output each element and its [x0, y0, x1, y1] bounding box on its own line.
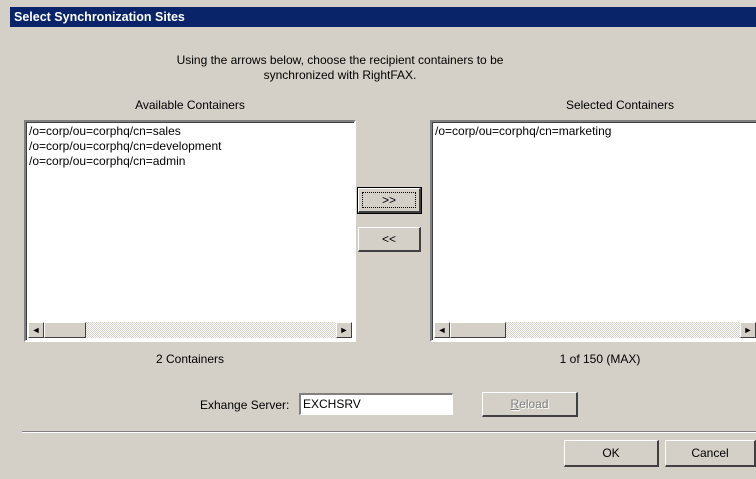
- exchange-server-input[interactable]: EXCHSRV: [299, 393, 453, 415]
- add-container-button[interactable]: >>: [357, 187, 422, 214]
- scroll-right-icon[interactable]: ►: [336, 322, 352, 338]
- reload-label-rest: eload: [519, 397, 549, 411]
- available-horizontal-scrollbar[interactable]: ◄ ►: [28, 322, 352, 338]
- list-item[interactable]: /o=corp/ou=corphq/cn=marketing: [435, 124, 755, 139]
- dialog-title: Select Synchronization Sites: [10, 7, 756, 27]
- scroll-thumb[interactable]: [44, 322, 86, 338]
- exchange-server-label: Exhange Server:: [200, 398, 290, 412]
- selected-label-text: Selected Containers: [565, 98, 675, 112]
- reload-mnemonic: R: [510, 397, 520, 411]
- focus-ring: [362, 192, 416, 208]
- separator: [22, 431, 756, 433]
- scroll-right-icon[interactable]: ►: [740, 322, 756, 338]
- instructions-text: Using the arrows below, choose the recip…: [176, 53, 504, 82]
- scroll-thumb[interactable]: [450, 322, 506, 338]
- available-containers-list[interactable]: /o=corp/ou=corphq/cn=sales /o=corp/ou=co…: [24, 120, 356, 342]
- available-count: 2 Containers: [155, 352, 225, 366]
- selected-count: 1 of 150 (MAX): [559, 352, 641, 366]
- cancel-button[interactable]: Cancel: [665, 440, 756, 467]
- ok-button[interactable]: OK: [564, 440, 659, 467]
- selected-horizontal-scrollbar[interactable]: ◄ ►: [434, 322, 756, 338]
- available-containers-label: Available Containers: [135, 98, 245, 112]
- remove-container-button[interactable]: <<: [358, 227, 421, 252]
- list-item[interactable]: /o=corp/ou=corphq/cn=sales: [29, 124, 351, 139]
- select-sync-sites-dialog: Select Synchronization Sites Using the a…: [0, 0, 756, 479]
- selected-containers-list[interactable]: /o=corp/ou=corphq/cn=marketing ◄ ►: [430, 120, 756, 342]
- reload-button: Reload: [482, 392, 578, 417]
- list-item[interactable]: /o=corp/ou=corphq/cn=development: [29, 139, 351, 154]
- scroll-left-icon[interactable]: ◄: [434, 322, 450, 338]
- scroll-left-icon[interactable]: ◄: [28, 322, 44, 338]
- list-item[interactable]: /o=corp/ou=corphq/cn=admin: [29, 154, 351, 169]
